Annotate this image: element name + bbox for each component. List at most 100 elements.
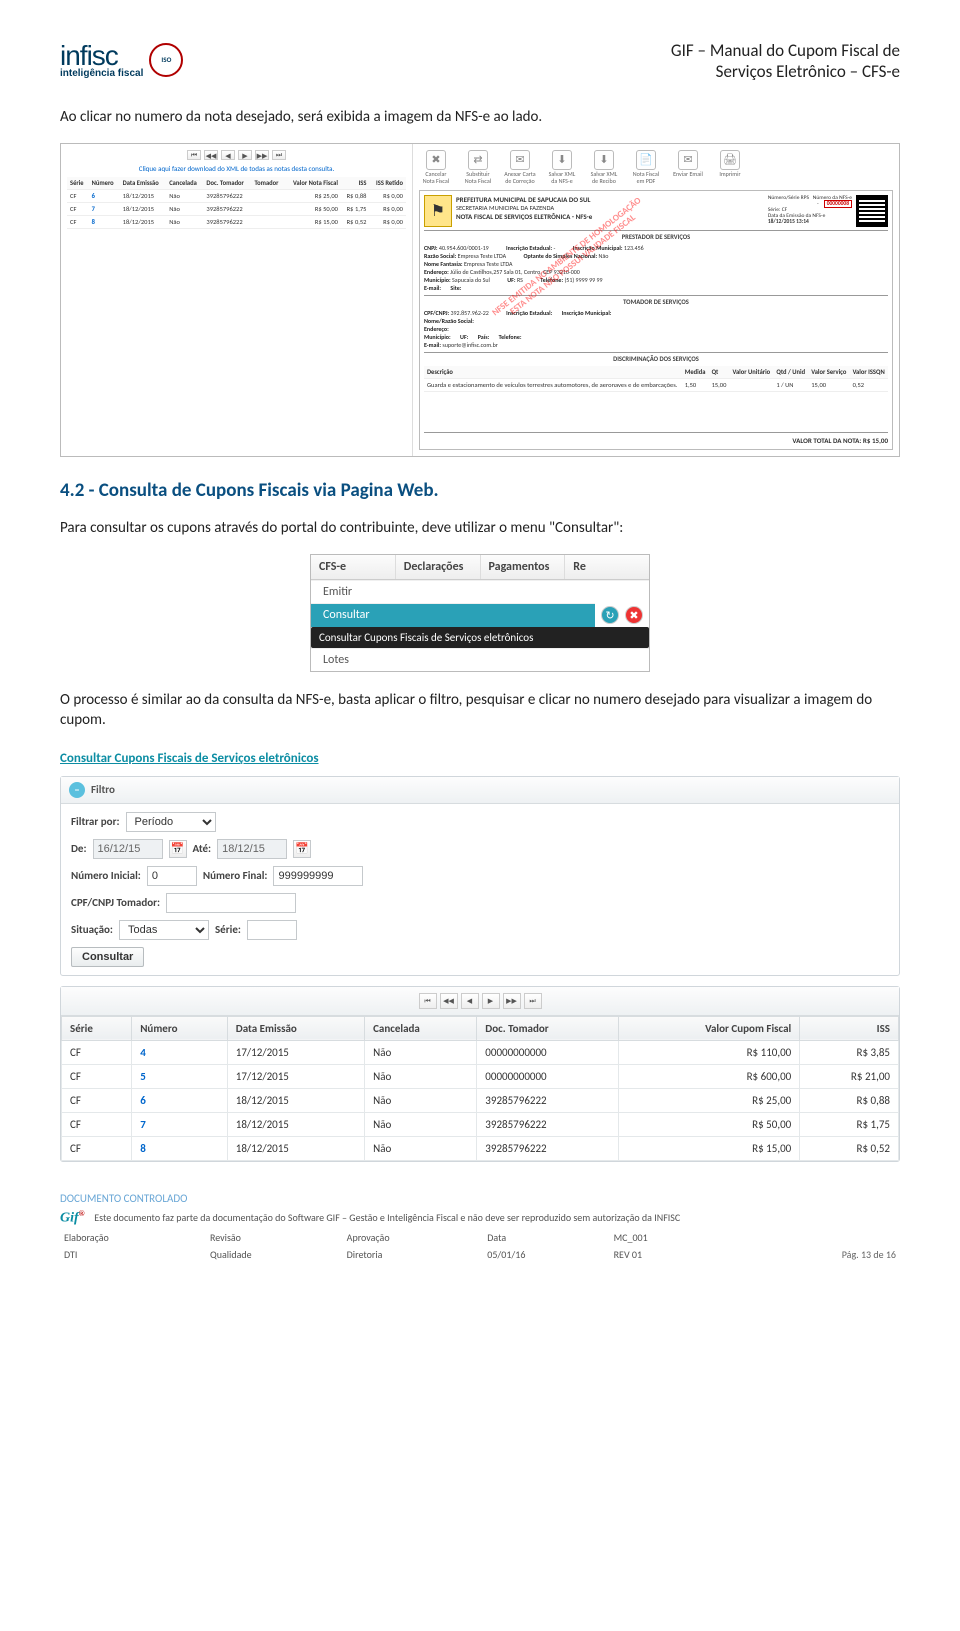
ft-elab-val: DTI: [62, 1247, 206, 1262]
numero-link[interactable]: 8: [92, 218, 95, 226]
dropdown-lotes[interactable]: Lotes: [311, 648, 649, 671]
action-anexar-carta-de-corre-o[interactable]: ✉Anexar Carta de Correção: [503, 150, 537, 184]
document-title: GIF – Manual do Cupom Fiscal de Serviços…: [671, 40, 900, 82]
num-ini-input[interactable]: [147, 866, 197, 886]
pager-fast-next[interactable]: ▶▶: [255, 150, 269, 160]
consultar-button[interactable]: Consultar: [71, 947, 144, 967]
close-icon[interactable]: ✖: [625, 606, 643, 624]
table-row: CF417/12/2015Não00000000000R$ 110,00R$ 3…: [62, 1040, 899, 1064]
action-icon: ✉: [510, 150, 530, 170]
processo-paragraph: O processo é similar ao da consulta da N…: [60, 690, 900, 731]
menu-tabs: CFS-e Declarações Pagamentos Re: [311, 555, 649, 580]
pager-last[interactable]: ⏭: [272, 150, 286, 160]
r-col-iss: ISS: [800, 1016, 899, 1040]
numero-link[interactable]: 7: [140, 1118, 146, 1131]
refresh-icon[interactable]: ↻: [601, 606, 619, 624]
action-cancelar-nota-fiscal[interactable]: ✖Cancelar Nota Fiscal: [419, 150, 453, 184]
col-tom: Tomador: [252, 177, 285, 190]
calendar-icon-2[interactable]: 📅: [293, 840, 311, 858]
ft-aprov-val: Diretoria: [345, 1247, 484, 1262]
tomador-title: TOMADOR DE SERVIÇOS: [424, 295, 888, 306]
gif-mini-logo: Gif®: [60, 1209, 88, 1227]
cpf-input[interactable]: [166, 893, 296, 913]
ft-elab-lbl: Elaboração: [62, 1230, 206, 1245]
numero-link[interactable]: 7: [92, 205, 95, 213]
table-row: CF718/12/2015Não39285796222R$ 50,00R$ 1,…: [67, 203, 406, 216]
pager-first[interactable]: ⏮: [187, 150, 201, 160]
download-xml-link[interactable]: Clique aqui fazer download do XML de tod…: [67, 164, 406, 173]
numero-link[interactable]: 6: [92, 192, 95, 200]
page-header: infisc inteligência fiscal ISO GIF – Man…: [60, 40, 900, 82]
filter-panel-title: Consultar Cupons Fiscais de Serviços ele…: [60, 747, 900, 770]
nfse-titles: PREFEITURA MUNICIPAL DE SAPUCAIA DO SUL …: [456, 195, 764, 221]
numero-link[interactable]: 4: [140, 1046, 146, 1059]
action-icon: 📄: [636, 150, 656, 170]
collapse-icon[interactable]: –: [69, 782, 85, 798]
tab-cfse[interactable]: CFS-e: [311, 555, 396, 579]
sit-select[interactable]: Todas: [119, 920, 209, 940]
calendar-icon[interactable]: 📅: [169, 840, 187, 858]
filtrar-por-select[interactable]: Período: [126, 812, 216, 832]
prestador-block: CNPJ: 40.954.600/0001-19 Inscrição Estad…: [424, 244, 888, 292]
pager-fast-prev[interactable]: ◀◀: [204, 150, 218, 160]
r-pager-next[interactable]: ▶: [482, 993, 500, 1009]
col-canc: Cancelada: [166, 177, 203, 190]
numero-link[interactable]: 8: [140, 1142, 146, 1155]
ft-aprov-lbl: Aprovação: [345, 1230, 484, 1245]
rc-num-serie-label: Número/Série RPS: [768, 195, 809, 201]
filtro-label: Filtro: [91, 783, 115, 796]
col-numero: Número: [89, 177, 120, 190]
footer-table: Elaboração Revisão Aprovação Data MC_001…: [60, 1228, 900, 1264]
ft-code-val: REV 01: [612, 1247, 724, 1262]
action-imprimir[interactable]: 🖨Imprimir: [713, 150, 747, 184]
page-container: infisc inteligência fiscal ISO GIF – Man…: [0, 0, 960, 1284]
numero-link[interactable]: 6: [140, 1094, 146, 1107]
r-pager-fprev[interactable]: ◀◀: [440, 993, 458, 1009]
rc-num-val: 00000008: [824, 200, 852, 208]
action-substituir-nota-fiscal[interactable]: ⇄Substituir Nota Fiscal: [461, 150, 495, 184]
de-input[interactable]: [93, 839, 163, 859]
filtro-header[interactable]: – Filtro: [61, 777, 899, 804]
action-salvar-xml-de-recibo[interactable]: ⬇Salvar XML de Recibo: [587, 150, 621, 184]
num-fin-input[interactable]: [273, 866, 363, 886]
r-pager-fnext[interactable]: ▶▶: [503, 993, 521, 1009]
tab-declaracoes[interactable]: Declarações: [396, 555, 481, 579]
tab-re[interactable]: Re: [565, 555, 649, 579]
action-icon: 🖨: [720, 150, 740, 170]
serie-input[interactable]: [247, 920, 297, 940]
ate-input[interactable]: [217, 839, 287, 859]
dropdown-consultar[interactable]: Consultar: [311, 603, 595, 627]
r-pager-last[interactable]: ⏭: [524, 993, 542, 1009]
col-doc: Doc. Tomador: [203, 177, 251, 190]
results-table: Série Número Data Emissão Cancelada Doc.…: [61, 1016, 899, 1161]
col-valor: Valor Nota Fiscal: [285, 177, 341, 190]
filtrar-por-label: Filtrar por:: [71, 815, 120, 828]
valor-total: VALOR TOTAL DA NOTA: R$ 15,00: [424, 432, 888, 445]
tab-pagamentos[interactable]: Pagamentos: [481, 555, 566, 579]
menu-screenshot: CFS-e Declarações Pagamentos Re Emitir C…: [310, 554, 650, 672]
numero-link[interactable]: 5: [140, 1070, 146, 1083]
action-enviar-email[interactable]: ✉Enviar Email: [671, 150, 705, 184]
action-nota-fiscal-em-pdf[interactable]: 📄Nota Fiscal em PDF: [629, 150, 663, 184]
rc-data-val: 18/12/2015 13:14: [768, 219, 809, 225]
action-salvar-xml-da-nfs-e[interactable]: ⬇Salvar XML da NFS-e: [545, 150, 579, 184]
filtro-body: Filtrar por: Período De: 📅 Até: 📅 Número…: [61, 804, 899, 975]
pager-next[interactable]: ▶: [238, 150, 252, 160]
sit-label: Situação:: [71, 923, 113, 936]
infisc-logo: infisc inteligência fiscal: [60, 40, 143, 79]
table-row: CF517/12/2015Não00000000000R$ 600,00R$ 2…: [62, 1064, 899, 1088]
iso-badge-icon: ISO: [149, 43, 183, 77]
dropdown-emitir[interactable]: Emitir: [311, 580, 649, 603]
prestador-title: PRESTADOR DE SERVIÇOS: [424, 230, 888, 241]
nfse-preview-panel: ✖Cancelar Nota Fiscal⇄Substituir Nota Fi…: [413, 144, 899, 456]
r-col-valor: Valor Cupom Fiscal: [618, 1016, 799, 1040]
ft-data-val: 05/01/16: [485, 1247, 609, 1262]
r-pager-first[interactable]: ⏮: [419, 993, 437, 1009]
serie-label: Série:: [215, 923, 241, 936]
nfse-right-col: Número/Série RPS Número da NFS-e - 00000…: [768, 195, 852, 225]
r-pager-prev[interactable]: ◀: [461, 993, 479, 1009]
ft-rev-lbl: Revisão: [208, 1230, 343, 1245]
doc-title-line2: Serviços Eletrônico – CFS-e: [671, 61, 900, 82]
ft-rev-val: Qualidade: [208, 1247, 343, 1262]
pager-prev[interactable]: ◀: [221, 150, 235, 160]
